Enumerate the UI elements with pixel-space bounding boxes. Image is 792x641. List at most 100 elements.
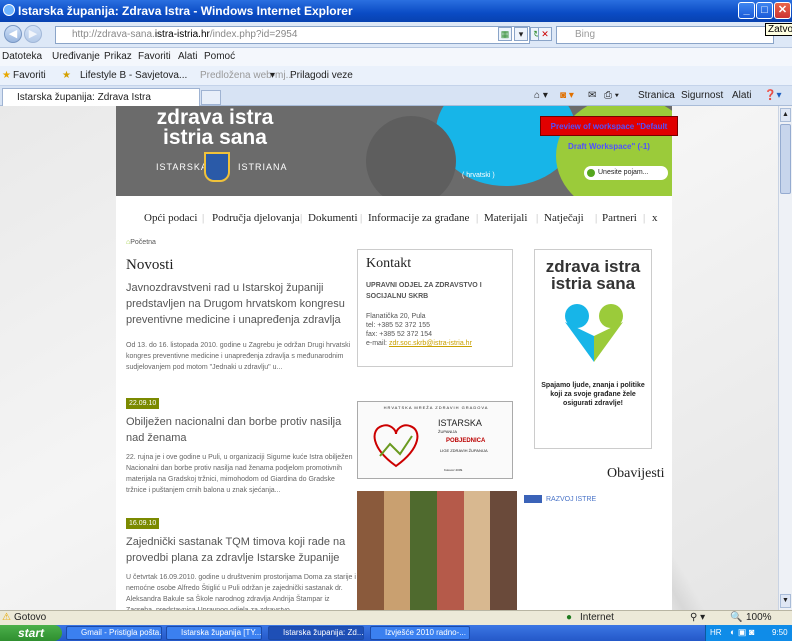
clock: 9:50 (772, 628, 788, 637)
site-search-input[interactable]: Unesite pojam... (584, 166, 668, 180)
task-word[interactable]: Izvješće 2010 radno-... (370, 626, 470, 640)
tab-title: Istarska županija: Zdrava Istra (17, 92, 151, 103)
minimize-button[interactable]: _ (738, 2, 755, 19)
nav-materijali[interactable]: Materijali (484, 212, 527, 224)
zoom-icon[interactable]: 🔍 (730, 612, 742, 623)
language-link[interactable]: ( hrvatski ) (462, 172, 495, 179)
compat-icon[interactable]: ▦ (498, 27, 512, 41)
article-title-3[interactable]: Zajednički sastanak TQM timova koji rade… (126, 534, 356, 566)
nav-informacije[interactable]: Informacije za građane (368, 212, 469, 224)
scroll-up-icon[interactable]: ▲ (780, 108, 791, 122)
nav-separator: | (300, 212, 303, 224)
dropdown-icon[interactable]: ▾ (514, 27, 528, 41)
notices-heading: Obavijesti (607, 466, 665, 481)
breadcrumb-home[interactable]: Početna (130, 239, 156, 246)
nav-partneri[interactable]: Partneri (602, 212, 637, 224)
nav-separator: | (643, 212, 646, 224)
contact-email-row: e-mail: zdr.soc.skrb@istra-istria.hr (366, 339, 504, 348)
menu-favorites[interactable]: Favoriti (138, 51, 171, 62)
tab-bar: Istarska županija: Zdrava Istra ⌂ ▾ ◙ ▾ … (0, 86, 792, 106)
fav-item-suggested[interactable]: Predložena web-mj... (200, 70, 294, 81)
menu-edit[interactable]: Uređivanje (52, 51, 100, 62)
mail-icon[interactable]: ✉ (588, 90, 596, 101)
close-button[interactable]: ✕ (774, 2, 791, 19)
nav-natjecaji[interactable]: Natječaji (544, 212, 584, 224)
maximize-button[interactable]: □ (756, 2, 773, 19)
star-icon: ★ (2, 70, 11, 81)
task-gmail[interactable]: Gmail - Pristigla pošta... (66, 626, 162, 640)
url-prefix: http://zdrava-sana. (72, 29, 155, 40)
ie-icon (3, 4, 15, 16)
search-icon (587, 169, 595, 177)
menu-tools[interactable]: Alati (178, 51, 197, 62)
booklet-title: ISTARSKA (438, 418, 482, 428)
tray-icons[interactable]: ◐ ▣ ◙ (730, 627, 754, 638)
booklet-sub: ŽUPANIJA (438, 429, 458, 434)
article-text-1: Od 13. do 16. listopada 2010. godine u Z… (126, 342, 351, 371)
title-bar: Istarska županija: Zdrava Istra - Window… (0, 0, 792, 22)
article-title-1[interactable]: Javnozdravstveni rad u Istarskoj županij… (126, 280, 356, 328)
scroll-thumb[interactable] (780, 124, 791, 194)
article-text-2: 22. rujna je i ove godine u Puli, u orga… (126, 454, 353, 494)
help-icon[interactable]: ❓▾ (764, 90, 781, 101)
favorites-button[interactable]: Favoriti (13, 70, 46, 81)
new-tab-button[interactable] (201, 90, 221, 105)
url-domain: istra-istria.hr (154, 29, 210, 40)
tab-active[interactable]: Istarska županija: Zdrava Istra (2, 88, 200, 106)
breadcrumb: ⌂Početna (126, 239, 156, 246)
tools-menu[interactable]: Alati (732, 90, 751, 101)
nav-podrucja[interactable]: Područja djelovanja (212, 212, 300, 224)
back-button[interactable]: ◀ (4, 25, 22, 43)
razvoj-istre-link[interactable]: RAZVOJ ISTRE (524, 495, 596, 503)
article-date-3: 16.09.10 (126, 518, 160, 529)
nav-x[interactable]: x (652, 212, 658, 224)
page-menu[interactable]: Stranica (638, 90, 675, 101)
scroll-down-icon[interactable]: ▼ (780, 594, 791, 608)
menu-help[interactable]: Pomoć (204, 51, 235, 62)
protected-mode-icon[interactable]: ⚲ ▾ (690, 612, 705, 623)
contact-email-link[interactable]: zdr.soc.skrb@istra-istria.hr (389, 340, 472, 347)
home-icon[interactable]: ⌂ ▾ (534, 90, 548, 101)
page-viewport: zdrava istra istria sana ISTARSKA ISTRIAN… (0, 106, 778, 610)
site-logo[interactable]: zdrava istra istria sana (150, 106, 280, 148)
menu-file[interactable]: Datoteka (2, 51, 42, 62)
fav-item-lifestyle[interactable]: Lifestyle B - Savjetova... (80, 70, 187, 81)
rss-icon[interactable]: ◙ ▾ (560, 90, 574, 101)
print-icon[interactable]: ⎙ ▾ (604, 90, 619, 101)
booklet-image[interactable]: HRVATSKA MREŽA ZDRAVIH GRADOVA ISTARSKA … (357, 401, 513, 479)
close-tooltip: Zatvo (765, 23, 792, 36)
booklet-heart-icon (373, 424, 419, 468)
zoom-level[interactable]: 100% (746, 612, 772, 623)
task-typo3[interactable]: Istarska županija [TY... (166, 626, 262, 640)
nav-separator: | (536, 212, 539, 224)
contact-email-label: e-mail: (366, 340, 389, 347)
start-button[interactable]: start (0, 625, 62, 641)
promo-box[interactable]: zdrava istra istria sana Spajamo ljude, … (534, 249, 652, 449)
workspace-preview-banner: Preview of workspace "Default Draft Work… (540, 116, 678, 151)
menu-view[interactable]: Prikaz (104, 51, 132, 62)
main-nav: Opći podaci | Područja djelovanja | Doku… (116, 210, 672, 228)
article-title-2[interactable]: Obilježen nacionalni dan borbe protiv na… (126, 414, 356, 446)
fav-item-custom-links[interactable]: Prilagodi veze (290, 70, 353, 81)
add-favorite-icon[interactable]: ★ (62, 70, 71, 81)
istarska-label: ISTARSKA (156, 162, 208, 172)
istriana-label: ISTRIANA (238, 162, 288, 172)
forward-button[interactable]: ▶ (24, 25, 42, 43)
url-field[interactable]: http://zdrava-sana.istra-istria.hr/index… (55, 26, 530, 44)
site-search-placeholder: Unesite pojam... (598, 169, 649, 176)
crest-icon (204, 152, 230, 182)
stop-icon[interactable]: ✕ (538, 27, 552, 41)
task-ie-active[interactable]: Istarska županija: Zd... (268, 626, 364, 640)
nav-dokumenti[interactable]: Dokumenti (308, 212, 358, 224)
vertical-scrollbar[interactable]: ▲ ▼ (778, 106, 792, 610)
logo-line1: zdrava istra (156, 106, 274, 129)
nav-opci-podaci[interactable]: Opći podaci (144, 212, 197, 224)
photo-collage[interactable] (357, 491, 518, 610)
contact-heading: Kontakt (366, 256, 412, 271)
razvoj-logo-icon (524, 495, 542, 503)
search-input[interactable]: Bing (556, 26, 774, 44)
article-date-2: 22.09.10 (126, 398, 160, 409)
safety-menu[interactable]: Sigurnost (681, 90, 723, 101)
chevron-down-icon[interactable]: ▾ (270, 70, 275, 81)
language-indicator[interactable]: HR (710, 628, 722, 637)
